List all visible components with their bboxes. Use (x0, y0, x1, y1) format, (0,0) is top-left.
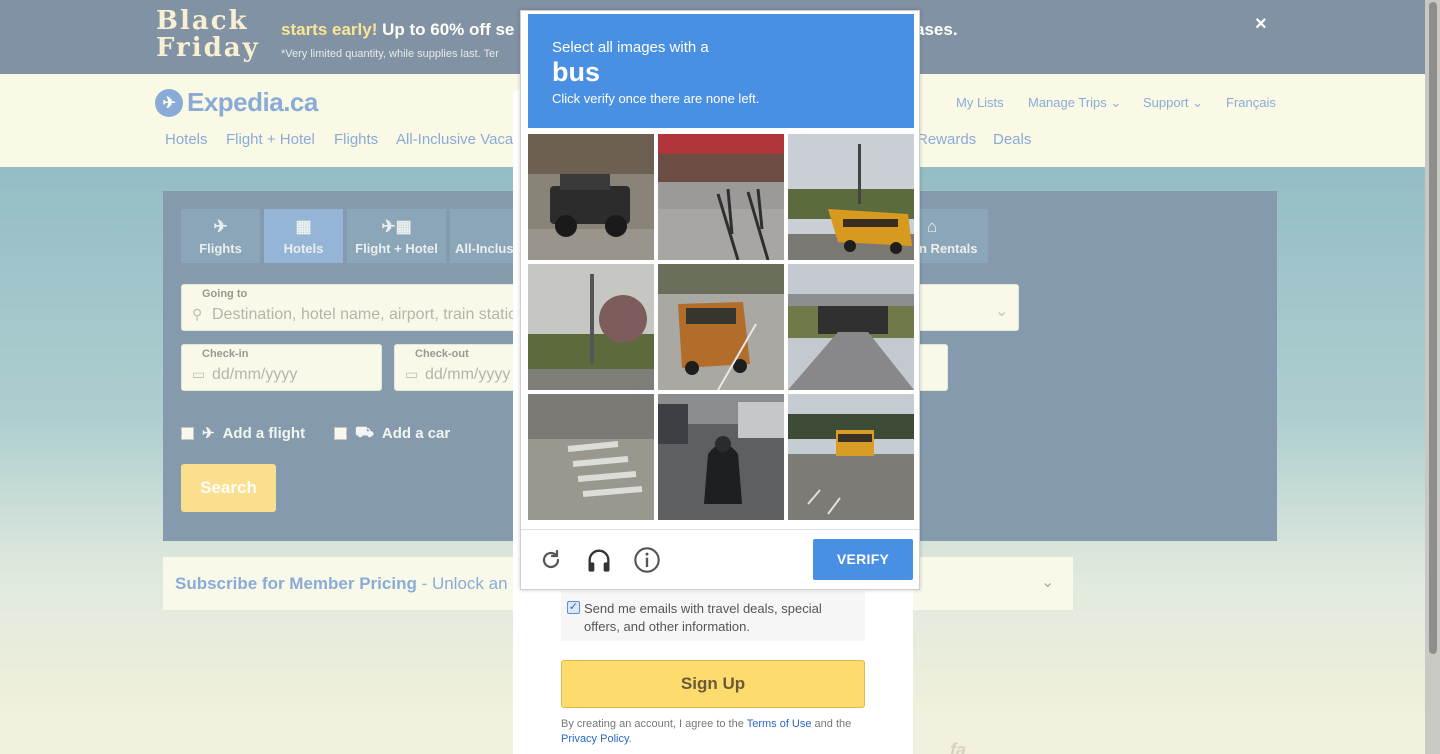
email-optin-label: Send me emails with travel deals, specia… (584, 601, 822, 634)
faded-logo: fa (950, 740, 967, 754)
signup-button[interactable]: Sign Up (561, 660, 865, 708)
captcha-tile-5[interactable] (658, 264, 784, 390)
verify-button[interactable]: VERIFY (813, 539, 913, 580)
tile-image (528, 394, 654, 520)
privacy-policy-link[interactable]: Privacy Policy (561, 733, 629, 745)
captcha-target: bus (552, 57, 601, 87)
captcha-tile-6[interactable] (788, 264, 914, 390)
captcha-tile-2[interactable] (658, 134, 784, 260)
info-icon[interactable] (632, 545, 662, 575)
tile-image (528, 264, 654, 390)
terms-text: By creating an account, I agree to the T… (561, 718, 852, 745)
captcha-instruction: Select all images with a (552, 39, 709, 56)
captcha-tile-8[interactable] (658, 394, 784, 520)
captcha-header: Select all images with a bus Click verif… (528, 14, 914, 128)
captcha-tile-4[interactable] (528, 264, 654, 390)
captcha-tile-7[interactable] (528, 394, 654, 520)
captcha-tile-9[interactable] (788, 394, 914, 520)
captcha-hint: Click verify once there are none left. (552, 91, 760, 106)
email-optin-checkbox[interactable]: ✓ (567, 601, 580, 614)
tile-image (658, 264, 784, 390)
terms-of-use-link[interactable]: Terms of Use (747, 718, 812, 730)
tile-image (658, 394, 784, 520)
refresh-icon[interactable] (536, 545, 566, 575)
scrollbar-thumb[interactable] (1429, 2, 1437, 654)
tile-image (658, 134, 784, 260)
captcha-divider (521, 529, 919, 530)
captcha-tile-3[interactable] (788, 134, 914, 260)
tile-image (788, 134, 914, 260)
tile-image (788, 264, 914, 390)
headphones-icon[interactable] (584, 545, 614, 575)
tile-image (788, 394, 914, 520)
tile-image (528, 134, 654, 260)
captcha-tile-1[interactable] (528, 134, 654, 260)
